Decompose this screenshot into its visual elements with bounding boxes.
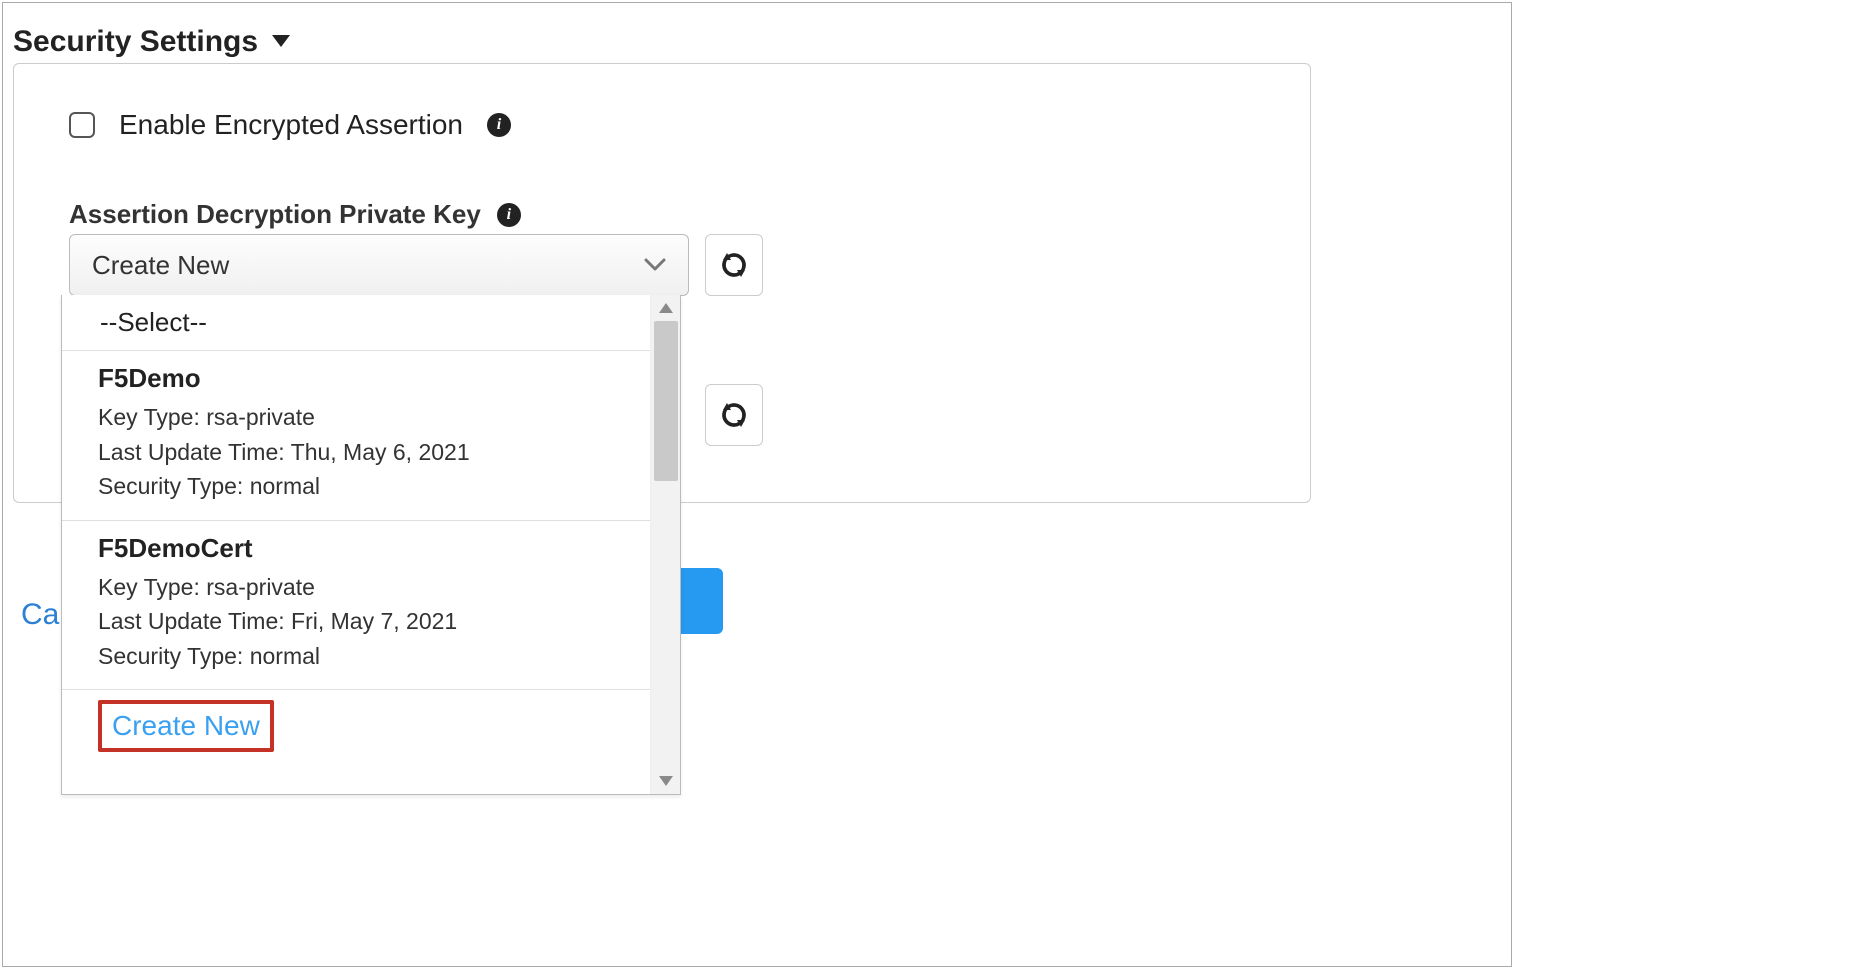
info-icon[interactable]: i bbox=[487, 113, 511, 137]
assertion-key-select-row: Create New bbox=[69, 234, 763, 296]
dropdown-create-new-row: Create New bbox=[62, 690, 650, 762]
dropdown-option-meta: Key Type: rsa-private Last Update Time: … bbox=[98, 570, 622, 674]
dropdown-select-placeholder[interactable]: --Select-- bbox=[62, 295, 650, 350]
meta-label: Last Update Time: bbox=[98, 608, 285, 634]
meta-value: rsa-private bbox=[206, 404, 315, 430]
meta-value: Fri, May 7, 2021 bbox=[291, 608, 457, 634]
meta-label: Key Type: bbox=[98, 404, 200, 430]
meta-value: Thu, May 6, 2021 bbox=[291, 439, 470, 465]
meta-label: Key Type: bbox=[98, 574, 200, 600]
info-icon[interactable]: i bbox=[497, 203, 521, 227]
dropdown-option-f5demo[interactable]: F5Demo Key Type: rsa-private Last Update… bbox=[62, 351, 650, 520]
meta-value: rsa-private bbox=[206, 574, 315, 600]
refresh-button[interactable] bbox=[705, 384, 763, 446]
assertion-key-label: Assertion Decryption Private Key bbox=[69, 199, 481, 230]
create-new-link[interactable]: Create New bbox=[98, 700, 274, 752]
scroll-down-icon[interactable] bbox=[651, 768, 681, 794]
meta-label: Security Type: bbox=[98, 643, 243, 669]
meta-value: normal bbox=[250, 473, 320, 499]
meta-value: normal bbox=[250, 643, 320, 669]
assertion-key-dropdown: --Select-- F5Demo Key Type: rsa-private … bbox=[61, 295, 681, 795]
assertion-key-select[interactable]: Create New bbox=[69, 234, 689, 296]
assertion-key-select-value: Create New bbox=[92, 250, 229, 281]
scroll-up-icon[interactable] bbox=[651, 295, 681, 321]
meta-label: Security Type: bbox=[98, 473, 243, 499]
caret-down-icon bbox=[272, 35, 290, 49]
dropdown-content: --Select-- F5Demo Key Type: rsa-private … bbox=[62, 295, 650, 794]
security-settings-title: Security Settings bbox=[13, 25, 258, 59]
meta-label: Last Update Time: bbox=[98, 439, 285, 465]
dropdown-option-title: F5Demo bbox=[98, 363, 622, 394]
assertion-key-label-row: Assertion Decryption Private Key i bbox=[69, 199, 521, 230]
enable-encrypted-assertion-checkbox[interactable] bbox=[69, 112, 95, 138]
enable-encrypted-assertion-row: Enable Encrypted Assertion i bbox=[69, 109, 511, 141]
security-settings-header[interactable]: Security Settings bbox=[13, 25, 290, 59]
dropdown-option-meta: Key Type: rsa-private Last Update Time: … bbox=[98, 400, 622, 504]
refresh-button[interactable] bbox=[705, 234, 763, 296]
scrollbar-thumb[interactable] bbox=[654, 321, 678, 481]
chevron-down-icon bbox=[644, 258, 666, 272]
dropdown-scrollbar[interactable] bbox=[650, 295, 680, 794]
dropdown-option-f5democert[interactable]: F5DemoCert Key Type: rsa-private Last Up… bbox=[62, 521, 650, 690]
dropdown-option-title: F5DemoCert bbox=[98, 533, 622, 564]
enable-encrypted-assertion-label: Enable Encrypted Assertion bbox=[119, 109, 463, 141]
